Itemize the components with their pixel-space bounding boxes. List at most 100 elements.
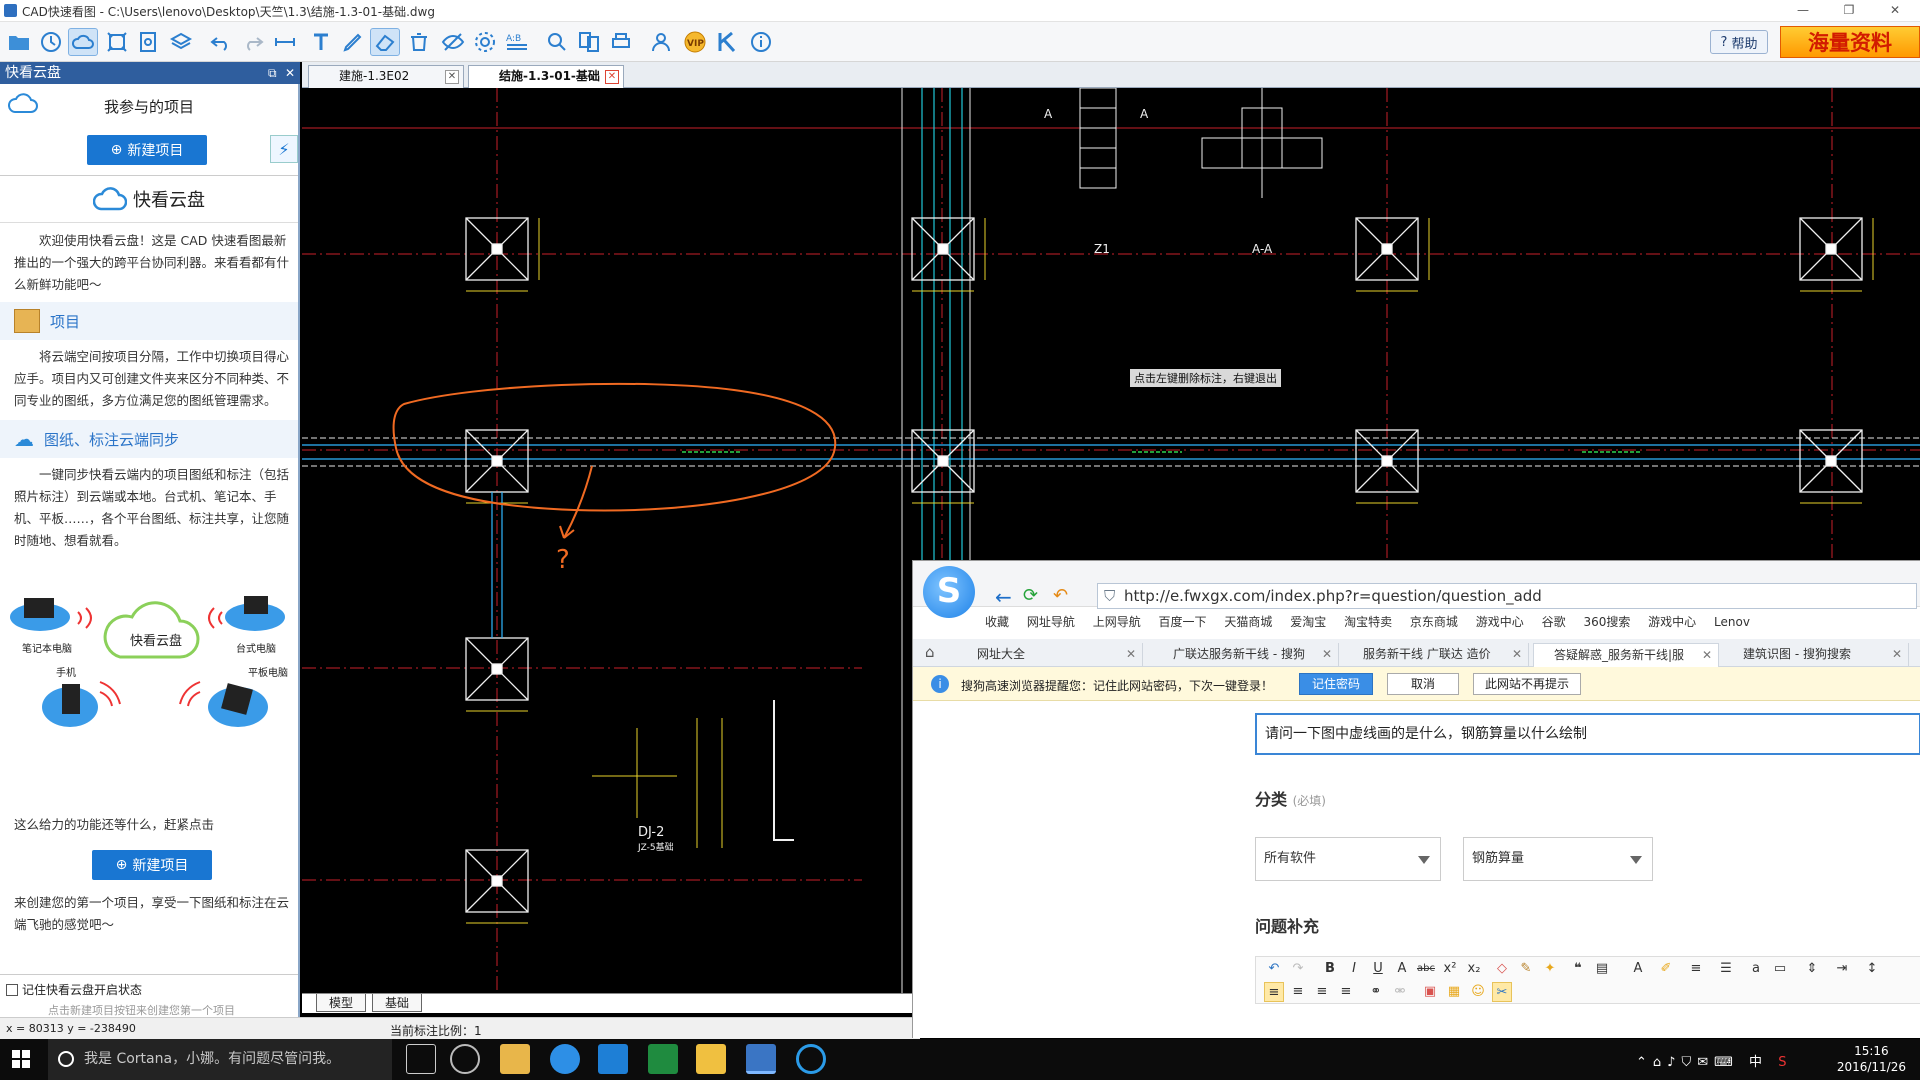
eraser-format-icon[interactable]: ◇: [1492, 959, 1512, 979]
pen-tool-icon[interactable]: [338, 28, 368, 56]
bookmark-item[interactable]: 网址导航: [1027, 615, 1075, 629]
delete-icon[interactable]: [404, 28, 434, 56]
new-project-button[interactable]: ⊕ 新建项目: [87, 135, 207, 165]
tab-close-icon[interactable]: ✕: [1322, 643, 1332, 665]
browser-tab[interactable]: 服务新干线 广联达 造价 ✕: [1343, 643, 1529, 667]
fit-view-icon[interactable]: [102, 28, 132, 56]
editor-undo-icon[interactable]: ↶: [1264, 959, 1284, 979]
tab-foundation[interactable]: 基础: [372, 994, 423, 1012]
bookmark-item[interactable]: 游戏中心: [1648, 615, 1696, 629]
address-bar[interactable]: ⛉ http://e.fwxgx.com/index.php?r=questio…: [1097, 583, 1917, 609]
app-icon-circle[interactable]: [450, 1044, 480, 1074]
close-icon[interactable]: ✕: [1872, 0, 1918, 22]
remember-checkbox[interactable]: [6, 983, 18, 996]
tab-drawing-2[interactable]: 结施-1.3-01-基础 ✕: [468, 65, 624, 88]
align-left-icon[interactable]: ≡: [1264, 982, 1284, 1002]
clock[interactable]: 15:16 2016/11/26: [1837, 1043, 1906, 1075]
indent-icon[interactable]: ⇥: [1832, 959, 1852, 979]
info-icon[interactable]: [746, 28, 776, 56]
text-search-icon[interactable]: A:B: [502, 28, 532, 56]
tab-close-icon[interactable]: ✕: [1126, 643, 1136, 665]
italic-icon[interactable]: I: [1344, 959, 1364, 979]
bookmark-item[interactable]: 京东商城: [1410, 615, 1458, 629]
compare-icon[interactable]: [574, 28, 604, 56]
panel-close-icon[interactable]: ✕: [285, 62, 295, 84]
tab-drawing-1[interactable]: 建施-1.3E02 ✕: [308, 65, 464, 88]
align-right-icon[interactable]: ≡: [1312, 982, 1332, 1002]
maximize-icon[interactable]: ❐: [1826, 0, 1872, 22]
never-prompt-button[interactable]: 此网站不再提示: [1473, 673, 1581, 695]
letter-spacing-icon[interactable]: a: [1746, 959, 1766, 979]
line-height-icon[interactable]: ↕: [1862, 959, 1882, 979]
cortana-search-box[interactable]: 我是 Cortana，小娜。有问题尽管问我。: [48, 1039, 392, 1080]
strikethrough-icon[interactable]: abc: [1416, 959, 1436, 979]
zoom-window-icon[interactable]: [134, 28, 164, 56]
open-file-icon[interactable]: [4, 28, 34, 56]
category-select[interactable]: 钢筋算量: [1463, 837, 1653, 881]
font-border-icon[interactable]: A: [1392, 959, 1412, 979]
image-icon[interactable]: ▣: [1420, 982, 1440, 1002]
auto-format-icon[interactable]: ✦: [1540, 959, 1560, 979]
quote-icon[interactable]: ❝: [1568, 959, 1588, 979]
app-icon-blue[interactable]: [598, 1044, 628, 1074]
paste-icon[interactable]: ▤: [1592, 959, 1612, 979]
software-select[interactable]: 所有软件: [1255, 837, 1441, 881]
refresh-icon[interactable]: ⟳: [1023, 585, 1038, 606]
bookmark-item[interactable]: 天猫商城: [1224, 615, 1272, 629]
sogou-logo-icon[interactable]: S: [923, 566, 975, 618]
bookmark-item[interactable]: 爱淘宝: [1290, 615, 1326, 629]
help-button[interactable]: ? 帮助: [1710, 30, 1768, 54]
undo-icon[interactable]: [206, 28, 236, 56]
paragraph-spacing-icon[interactable]: ⇕: [1802, 959, 1822, 979]
message-icon[interactable]: ✉: [1697, 1055, 1714, 1070]
tab-close-icon[interactable]: ✕: [1512, 643, 1522, 665]
vip-icon[interactable]: VIP: [680, 28, 710, 56]
format-brush-icon[interactable]: ✎: [1516, 959, 1536, 979]
bookmark-item[interactable]: 收藏: [985, 615, 1009, 629]
app-icon-yellow[interactable]: [696, 1044, 726, 1074]
multi-image-icon[interactable]: ▦: [1444, 982, 1464, 1002]
windows-start-icon[interactable]: [12, 1050, 30, 1068]
pin-icon[interactable]: ⧉: [268, 62, 277, 84]
measure-icon[interactable]: [270, 28, 300, 56]
bold-icon[interactable]: B: [1320, 959, 1340, 979]
bookmark-item[interactable]: 百度一下: [1159, 615, 1207, 629]
print-icon[interactable]: [606, 28, 636, 56]
browser-tab[interactable]: 广联达服务新干线 - 搜狗 ✕: [1153, 643, 1339, 667]
excel-icon[interactable]: [648, 1044, 678, 1074]
align-center-icon[interactable]: ≡: [1288, 982, 1308, 1002]
screenshot-icon[interactable]: ✂: [1492, 982, 1512, 1002]
tab-close-icon[interactable]: ✕: [605, 70, 619, 84]
text-tool-icon[interactable]: [306, 28, 336, 56]
hide-annotation-icon[interactable]: [438, 28, 468, 56]
font-color-icon[interactable]: A: [1628, 959, 1648, 979]
highlight-icon[interactable]: ✐: [1656, 959, 1676, 979]
find-icon[interactable]: [542, 28, 572, 56]
bookmark-item[interactable]: Lenov: [1714, 615, 1750, 629]
task-view-icon[interactable]: [406, 1044, 436, 1074]
remember-password-button[interactable]: 记住密码: [1299, 673, 1373, 695]
tab-close-icon[interactable]: ✕: [1702, 644, 1712, 666]
sync-icon[interactable]: ⚡: [270, 135, 298, 163]
underline-icon[interactable]: U: [1368, 959, 1388, 979]
bookmark-item[interactable]: 淘宝特卖: [1344, 615, 1392, 629]
emoji-icon[interactable]: ☺: [1468, 982, 1488, 1002]
unordered-list-icon[interactable]: ☰: [1716, 959, 1736, 979]
ime-indicator[interactable]: 中: [1749, 1055, 1768, 1070]
browser-tab[interactable]: 网址大全 ✕: [957, 643, 1143, 667]
eraser-tool-icon[interactable]: [370, 28, 400, 56]
promo-banner[interactable]: 海量资料: [1780, 26, 1920, 58]
keyboard-icon[interactable]: ⌨: [1714, 1055, 1739, 1070]
ordered-list-icon[interactable]: ≡: [1686, 959, 1706, 979]
tab-model[interactable]: 模型: [316, 994, 367, 1012]
cad-viewer-icon[interactable]: [746, 1044, 776, 1074]
cloud-disk-icon[interactable]: [68, 28, 98, 56]
bookmark-item[interactable]: 360搜索: [1583, 615, 1630, 629]
link-icon[interactable]: ⚭: [1366, 982, 1386, 1002]
sogou-ime-icon[interactable]: S: [1778, 1055, 1792, 1070]
superscript-icon[interactable]: x²: [1440, 959, 1460, 979]
page-icon[interactable]: ▭: [1770, 959, 1790, 979]
editor-redo-icon[interactable]: ↷: [1288, 959, 1308, 979]
home-icon[interactable]: ⌂: [925, 643, 935, 661]
user-icon[interactable]: [646, 28, 676, 56]
